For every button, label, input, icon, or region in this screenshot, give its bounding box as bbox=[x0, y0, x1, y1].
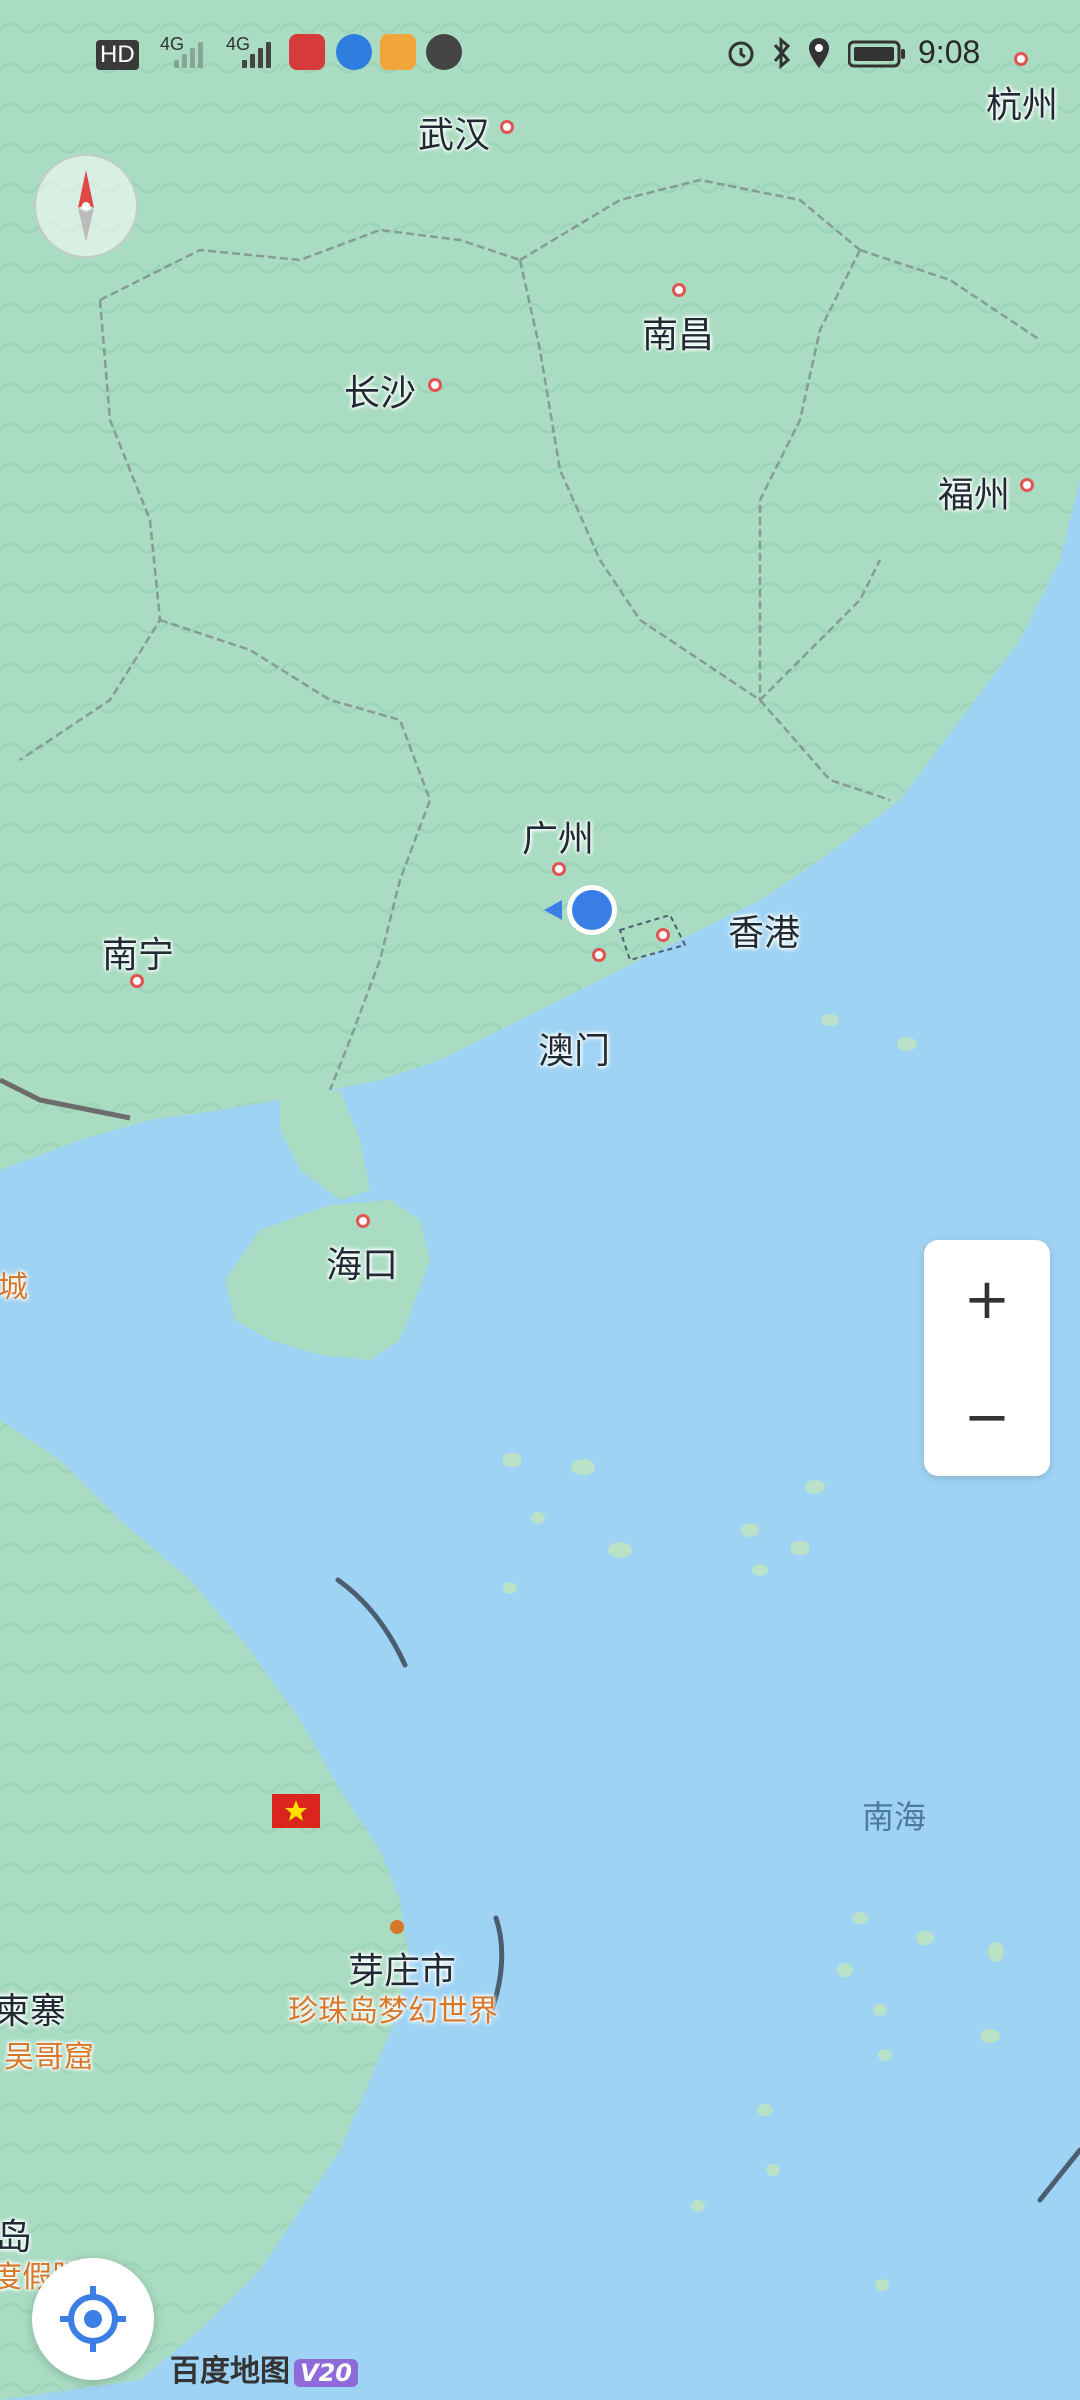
recorder-app-icon bbox=[289, 34, 325, 70]
city-dot-changsha[interactable] bbox=[428, 378, 442, 392]
city-label-left-cheng[interactable]: 城 bbox=[0, 1262, 28, 1306]
hd-icon: HD bbox=[96, 40, 139, 70]
poi-label-vinpearl[interactable]: 珍珠岛梦幻世界 bbox=[288, 1986, 498, 2030]
bluetooth-icon bbox=[773, 36, 791, 70]
vietnam-flag-icon[interactable] bbox=[272, 1794, 320, 1828]
sea-label: 南海 bbox=[862, 1798, 927, 1836]
city-label-hangzhou[interactable]: 杭州 bbox=[986, 76, 1058, 128]
city-label-fuzhou[interactable]: 福州 bbox=[938, 466, 1010, 518]
signal-icon-sim1 bbox=[174, 36, 208, 68]
poi-dot-nhatrang[interactable] bbox=[390, 1920, 404, 1934]
location-icon bbox=[809, 38, 829, 68]
locate-icon bbox=[60, 2286, 126, 2352]
city-label-nanchang[interactable]: 南昌 bbox=[642, 306, 714, 358]
city-label-changsha[interactable]: 长沙 bbox=[344, 364, 416, 416]
zoom-in-button[interactable]: + bbox=[924, 1240, 1050, 1358]
map-canvas[interactable] bbox=[0, 0, 1080, 2400]
city-dot-hangzhou[interactable] bbox=[1014, 52, 1028, 66]
city-dot-haikou[interactable] bbox=[356, 1214, 370, 1228]
city-label-macau[interactable]: 澳门 bbox=[538, 1022, 610, 1074]
city-label-nanning[interactable]: 南宁 bbox=[102, 926, 174, 978]
city-label-haikou[interactable]: 海口 bbox=[326, 1236, 398, 1288]
status-bar: HD 4G 4G 9:08 bbox=[0, 0, 1080, 110]
locate-button[interactable] bbox=[32, 2258, 154, 2380]
compass-icon[interactable] bbox=[34, 154, 138, 258]
signal-icon-sim2 bbox=[242, 36, 276, 68]
brand-version-badge: V20 bbox=[294, 2359, 358, 2387]
city-dot-macau[interactable] bbox=[592, 948, 606, 962]
city-label-wuhan[interactable]: 武汉 bbox=[418, 106, 490, 158]
city-label-hongkong[interactable]: 香港 bbox=[728, 904, 800, 956]
city-dot-fuzhou[interactable] bbox=[1020, 478, 1034, 492]
notes-app-icon bbox=[380, 34, 416, 70]
brand-name: 百度地图 bbox=[170, 2354, 290, 2389]
city-dot-guangzhou[interactable] bbox=[552, 862, 566, 876]
city-label-guangzhou[interactable]: 广州 bbox=[522, 810, 594, 862]
message-app-icon bbox=[426, 34, 462, 70]
city-dot-hongkong[interactable] bbox=[656, 928, 670, 942]
poi-label-angkor[interactable]: 吴哥窟 bbox=[4, 2032, 94, 2076]
city-dot-wuhan[interactable] bbox=[500, 120, 514, 134]
city-dot-nanchang[interactable] bbox=[672, 283, 686, 297]
brand-watermark: 百度地图 V20 bbox=[170, 2346, 358, 2390]
alarm-icon bbox=[728, 41, 754, 67]
browser-app-icon bbox=[336, 34, 372, 70]
city-dot-nanning[interactable] bbox=[130, 974, 144, 988]
current-location-marker[interactable] bbox=[542, 880, 622, 940]
zoom-controls: + − bbox=[924, 1240, 1050, 1476]
battery-icon bbox=[848, 40, 905, 68]
country-label-cambodia[interactable]: 柬寨 bbox=[0, 1982, 66, 2034]
zoom-out-button[interactable]: − bbox=[924, 1358, 1050, 1476]
status-time: 9:08 bbox=[918, 34, 981, 70]
